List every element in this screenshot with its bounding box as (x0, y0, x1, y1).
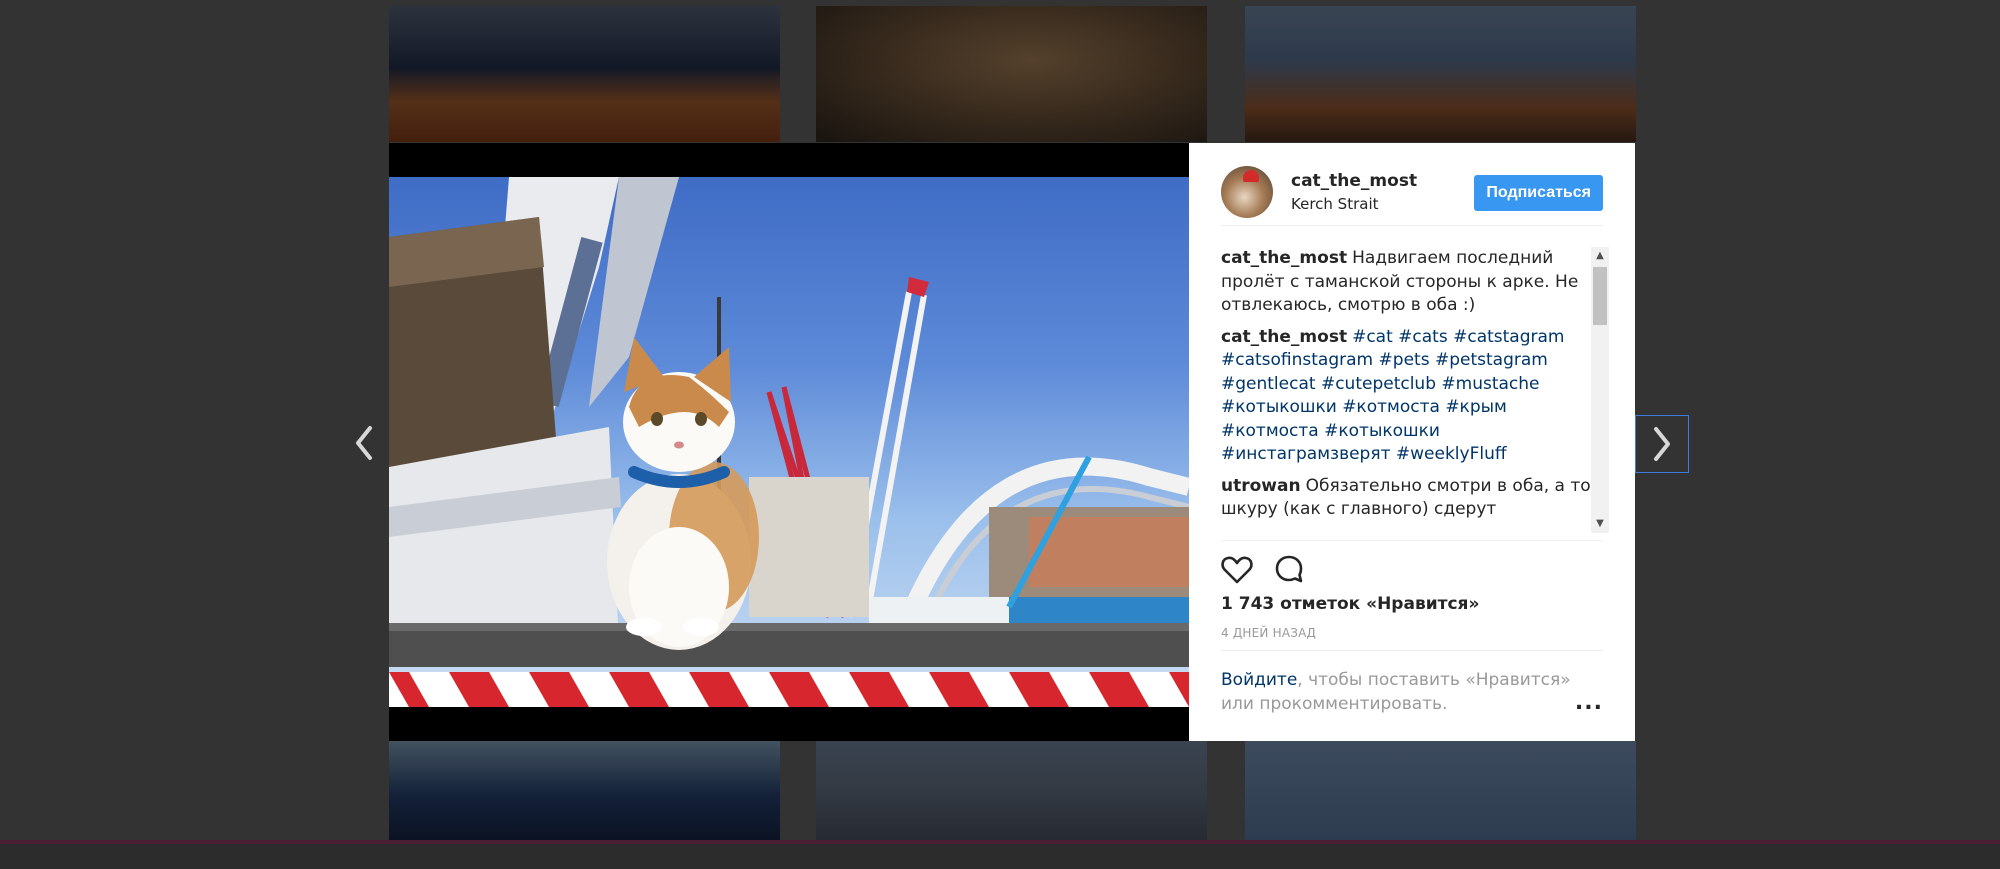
login-link[interactable]: Войдите (1221, 670, 1297, 690)
post-date: 4 ДНЕЙ НАЗАД (1221, 626, 1317, 640)
comment-bubble-icon (1275, 555, 1303, 583)
username-link[interactable]: cat_the_most (1291, 171, 1417, 191)
hashtag-link[interactable]: #инстаграмзверят (1221, 444, 1390, 464)
chevron-right-icon (1654, 427, 1670, 461)
previous-post-button[interactable] (338, 415, 390, 471)
grid-thumbnail[interactable] (1245, 741, 1636, 841)
comments-list[interactable]: cat_the_most Надвигаем последний пролёт с… (1221, 247, 1613, 533)
hashtag-link[interactable]: #cutepetclub (1321, 374, 1436, 394)
hashtag-link[interactable]: #котмоста (1342, 397, 1440, 417)
like-button[interactable] (1219, 551, 1255, 587)
hashtag-link[interactable]: #catstagram (1453, 327, 1564, 347)
scroll-down-arrow-icon[interactable]: ▼ (1591, 515, 1609, 533)
avatar[interactable] (1221, 166, 1273, 218)
follow-button[interactable]: Подписаться (1474, 175, 1603, 211)
post-sidebar: cat_the_most Kerch Strait Подписаться ca… (1189, 143, 1635, 741)
post-header: cat_the_most Kerch Strait Подписаться (1221, 163, 1603, 226)
hashtag-link[interactable]: #pets (1379, 350, 1430, 370)
hashtag-link[interactable]: #котмоста (1221, 421, 1319, 441)
comment-item: utrowan Обязательно смотри в оба, а то шк… (1221, 475, 1593, 522)
comment-item: cat_the_most #cat #cats #catstagram #cats… (1221, 326, 1593, 467)
post-photo[interactable] (389, 177, 1189, 707)
hashtag-link[interactable]: #catsofinstagram (1221, 350, 1373, 370)
more-options-button[interactable]: ... (1575, 690, 1603, 715)
scroll-up-arrow-icon[interactable]: ▲ (1591, 247, 1609, 265)
page-bottom-strip (0, 844, 2000, 869)
grid-thumbnail[interactable] (389, 741, 780, 841)
post-modal: cat_the_most Kerch Strait Подписаться ca… (389, 143, 1635, 741)
hashtag-link[interactable]: #котыкошки (1324, 421, 1440, 441)
hashtag-link[interactable]: #petstagram (1435, 350, 1548, 370)
comment-username-link[interactable]: utrowan (1221, 476, 1301, 496)
comment-username-link[interactable]: cat_the_most (1221, 248, 1347, 268)
grid-thumbnail[interactable] (1245, 6, 1636, 142)
grid-thumbnail[interactable] (816, 741, 1207, 841)
comment-item: cat_the_most Надвигаем последний пролёт с… (1221, 247, 1593, 318)
cat-on-crane-photo (389, 177, 1189, 707)
hashtag-link[interactable]: #mustache (1441, 374, 1539, 394)
comment-username-link[interactable]: cat_the_most (1221, 327, 1347, 347)
post-actions (1221, 540, 1603, 591)
chevron-left-icon (356, 426, 372, 460)
login-prompt: Войдите, чтобы поставить «Нравится» или … (1221, 650, 1603, 716)
hashtag-link[interactable]: #gentlecat (1221, 374, 1316, 394)
hashtag-link[interactable]: #cats (1398, 327, 1448, 347)
heart-icon (1221, 556, 1253, 583)
grid-thumbnail[interactable] (816, 6, 1207, 142)
comments-scrollbar[interactable]: ▲ ▼ (1591, 247, 1609, 533)
hashtag-link[interactable]: #weeklyFluff (1396, 444, 1507, 464)
location-link[interactable]: Kerch Strait (1291, 195, 1379, 213)
hashtag-link[interactable]: #крым (1445, 397, 1507, 417)
hashtag-link[interactable]: #cat (1352, 327, 1393, 347)
scrollbar-thumb[interactable] (1593, 267, 1607, 325)
grid-thumbnail[interactable] (389, 6, 780, 142)
next-post-button[interactable] (1635, 415, 1689, 473)
likes-count[interactable]: 1 743 отметок «Нравится» (1221, 594, 1479, 614)
comment-button[interactable] (1271, 551, 1307, 587)
hashtag-link[interactable]: #котыкошки (1221, 397, 1337, 417)
